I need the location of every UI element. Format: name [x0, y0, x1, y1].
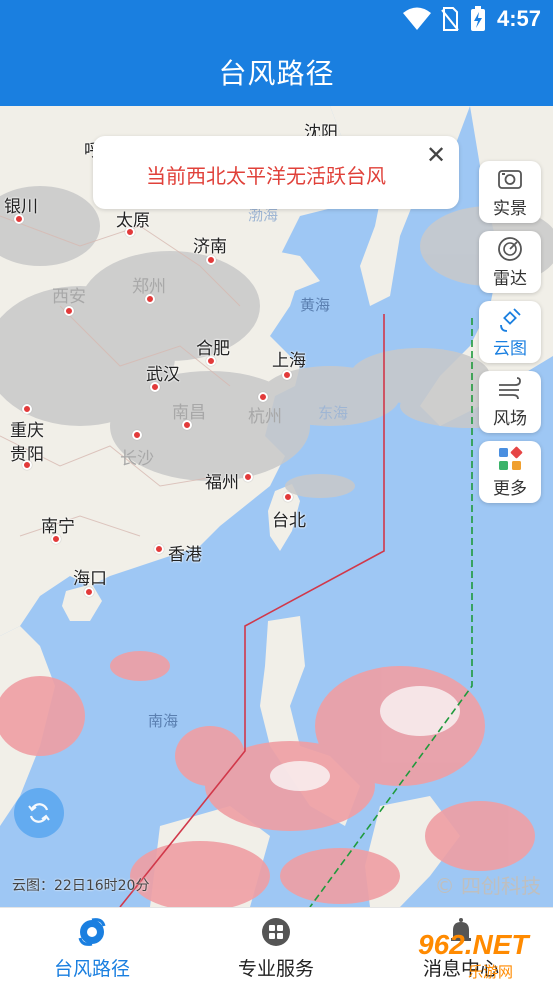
- sea-label-yellow-sea: 黄海: [300, 296, 331, 314]
- notice-message: 当前西北太平洋无活跃台风: [146, 164, 386, 188]
- city-label-taipei: 台北: [272, 511, 306, 531]
- copyright-text: © 四创科技: [434, 874, 541, 898]
- city-label-nanchang: 南昌: [172, 403, 206, 423]
- city-label-chongqing: 重庆: [10, 421, 44, 441]
- refresh-icon: [28, 803, 50, 823]
- cloud-timestamp: 云图：22日16时20分: [12, 878, 150, 894]
- tool-label-radar: 雷达: [493, 269, 527, 289]
- no-sim-icon: [441, 7, 459, 31]
- tool-label-live-view: 实景: [493, 199, 527, 219]
- tool-label-satellite: 云图: [493, 339, 527, 359]
- sea-label-south-china-sea: 南海: [148, 712, 179, 730]
- close-icon[interactable]: ✕: [423, 142, 449, 168]
- tool-button-wind[interactable]: 风场: [479, 371, 541, 433]
- city-marker-yinchuan[interactable]: [14, 214, 24, 224]
- city-marker-zhengzhou[interactable]: [145, 294, 155, 304]
- city-marker-haikou[interactable]: [84, 587, 94, 597]
- city-label-yinchuan: 银川: [4, 197, 38, 217]
- wind-icon: [499, 377, 521, 400]
- land-hainan: [62, 584, 102, 621]
- city-marker-nanning[interactable]: [51, 534, 61, 544]
- clock: 4:57: [496, 6, 541, 31]
- city-label-haikou: 海口: [73, 569, 107, 589]
- sea-label-east-china-sea: 东海: [318, 404, 349, 422]
- watermark-subtext: 乐游网: [468, 963, 514, 981]
- tool-button-satellite[interactable]: 云图: [479, 301, 541, 363]
- nav-label-typhoon-path: 台风路径: [53, 958, 130, 980]
- city-label-nanning: 南宁: [41, 517, 75, 537]
- city-marker-xian[interactable]: [64, 306, 74, 316]
- city-label-hefei: 合肥: [196, 339, 230, 359]
- city-marker-hongkong[interactable]: [154, 544, 164, 554]
- app-bar: 台风路径: [0, 38, 553, 106]
- city-marker-nanchang[interactable]: [182, 420, 192, 430]
- wifi-icon: [403, 7, 431, 30]
- city-label-fuzhou: 福州: [205, 473, 239, 493]
- nav-tab-typhoon-path[interactable]: 台风路径: [0, 908, 184, 983]
- city-marker-chongqing[interactable]: [22, 404, 32, 414]
- watermark-logo: 962.NET 乐游网: [418, 925, 553, 983]
- tool-label-more: 更多: [493, 479, 527, 499]
- city-label-xian: 西安: [52, 287, 86, 307]
- city-marker-jinan[interactable]: [206, 255, 216, 265]
- city-label-jinan: 济南: [193, 237, 227, 257]
- no-typhoon-notice: 当前西北太平洋无活跃台风 ✕: [93, 136, 459, 209]
- refresh-button[interactable]: [14, 788, 64, 838]
- typhoon-icon: [78, 918, 106, 946]
- typhoon-map[interactable]: 呼和浩特 沈阳 银川 太原 济南 西安 郑州 合肥 上海 武汉 南昌 杭州 重庆…: [0, 106, 553, 907]
- city-marker-guiyang[interactable]: [22, 460, 32, 470]
- services-icon: [262, 918, 290, 946]
- city-marker-taipei[interactable]: [283, 492, 293, 502]
- tool-button-radar[interactable]: 雷达: [479, 231, 541, 293]
- tool-button-more[interactable]: 更多: [479, 441, 541, 503]
- grid-more-icon: [499, 446, 523, 470]
- city-label-shanghai: 上海: [272, 351, 306, 371]
- satellite-icon: [500, 308, 521, 332]
- city-label-hongkong: 香港: [168, 545, 202, 565]
- city-label-wuhan: 武汉: [146, 365, 180, 385]
- tool-button-live-view[interactable]: 实景: [479, 161, 541, 223]
- tool-label-wind: 风场: [493, 409, 527, 429]
- battery-charging-icon: [471, 6, 485, 31]
- city-marker-wuhan[interactable]: [150, 382, 160, 392]
- status-bar: 4:57: [0, 0, 553, 38]
- city-label-changsha: 长沙: [120, 449, 154, 469]
- watermark-text: 962.NET: [418, 929, 529, 960]
- nav-tab-professional-services[interactable]: 专业服务: [184, 908, 368, 983]
- page-title: 台风路径: [218, 57, 335, 90]
- city-marker-hangzhou[interactable]: [258, 392, 268, 402]
- city-label-hangzhou: 杭州: [248, 407, 282, 427]
- radar-icon: [498, 237, 522, 261]
- camera-icon: [498, 170, 522, 189]
- city-marker-hefei[interactable]: [206, 356, 216, 366]
- city-marker-taiyuan[interactable]: [125, 227, 135, 237]
- city-marker-shanghai[interactable]: [282, 370, 292, 380]
- nav-label-professional-services: 专业服务: [237, 958, 314, 980]
- city-marker-changsha[interactable]: [132, 430, 142, 440]
- city-marker-fuzhou[interactable]: [243, 472, 253, 482]
